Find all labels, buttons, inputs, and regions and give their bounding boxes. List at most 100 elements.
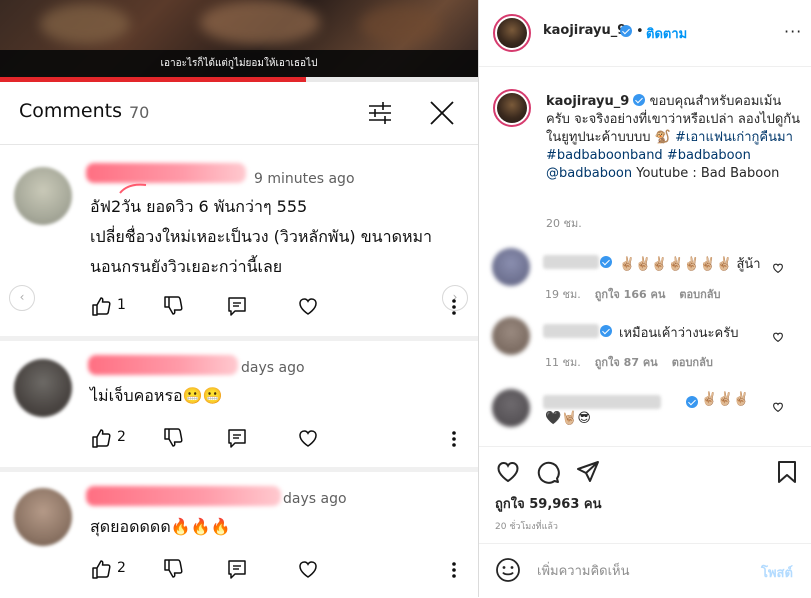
comment-text: ✌🏼✌🏼✌🏼✌🏼✌🏼✌🏼✌🏼 สู้น้า bbox=[619, 257, 761, 272]
commenter-avatar bbox=[14, 488, 72, 546]
emoji-icon[interactable] bbox=[495, 557, 521, 583]
like-count-total[interactable]: ถูกใจ 59,963 คน bbox=[495, 493, 602, 514]
bookmark-icon[interactable] bbox=[774, 459, 800, 485]
author-avatar[interactable] bbox=[497, 18, 527, 48]
commenter-name-redacted bbox=[86, 163, 246, 183]
verified-badge-icon bbox=[600, 256, 612, 268]
thumbs-up-icon[interactable] bbox=[90, 427, 112, 449]
hashtag-link[interactable]: #badbaboonband bbox=[546, 148, 663, 163]
thumbs-down-icon[interactable] bbox=[162, 427, 184, 449]
instagram-post-pane: kaojirayu_9 • ติดตาม ··· kaojirayu_9 ขอบ… bbox=[478, 0, 811, 597]
comment-time: days ago bbox=[241, 360, 305, 376]
post-actions: ถูกใจ 59,963 คน 20 ชั่วโมงที่แล้ว โพสต์ bbox=[479, 446, 811, 597]
comments-count: 70 bbox=[129, 103, 150, 122]
share-plane-icon[interactable] bbox=[575, 459, 601, 485]
comment-line: เปลี่ยชื่อวงใหม่เหอะเป็นวง (วิวหลักพัน) … bbox=[90, 227, 433, 246]
caption-suffix: Youtube : Bad Baboon bbox=[636, 166, 780, 181]
video-frame[interactable]: เอาอะไรก็ได้แต่กูไม่ยอมให้เอาเธอไป bbox=[0, 0, 478, 82]
caption-avatar[interactable] bbox=[497, 93, 527, 123]
reply-button[interactable]: ตอบกลับ bbox=[672, 356, 713, 369]
more-vertical-icon[interactable] bbox=[450, 560, 458, 580]
like-count: 2 bbox=[117, 429, 126, 445]
comment-time: days ago bbox=[283, 491, 347, 507]
comment-line: ไม่เจ็บคอหรอ😬😬 bbox=[90, 386, 223, 405]
heart-icon[interactable] bbox=[772, 401, 784, 413]
youtube-comments-pane: เอาอะไรก็ได้แต่กูไม่ยอมให้เอาเธอไป Comme… bbox=[0, 0, 478, 597]
comment-item: days ago ไม่เจ็บคอหรอ😬😬 2 bbox=[0, 341, 478, 469]
thumbs-down-icon[interactable] bbox=[162, 295, 184, 317]
post-caption: kaojirayu_9 ขอบคุณสำหรับคอมเม้นครับ จะจร… bbox=[546, 93, 804, 183]
close-icon[interactable] bbox=[428, 99, 456, 127]
commenter-avatar bbox=[14, 167, 72, 225]
commenter-name-redacted bbox=[88, 355, 238, 375]
video-blob bbox=[360, 6, 440, 44]
like-heart-icon[interactable] bbox=[495, 459, 521, 485]
comment-text: 🖤🤘🏼😎 bbox=[545, 411, 591, 426]
add-comment-bar: โพสต์ bbox=[479, 543, 811, 598]
comment-time: 19 ชม. bbox=[545, 288, 581, 301]
comment-likes[interactable]: ถูกใจ 166 คน bbox=[595, 288, 666, 301]
comment-bubble-icon[interactable] bbox=[535, 459, 561, 485]
comment-likes[interactable]: ถูกใจ 87 คน bbox=[595, 356, 658, 369]
commenter-name-redacted[interactable] bbox=[543, 255, 599, 269]
caption-time: 20 ชม. bbox=[546, 217, 582, 230]
more-vertical-icon[interactable] bbox=[450, 297, 458, 317]
thumbs-up-icon[interactable] bbox=[90, 295, 112, 317]
mention-link[interactable]: @badbaboon bbox=[546, 166, 632, 181]
commenter-avatar[interactable] bbox=[492, 389, 530, 427]
sliders-icon[interactable] bbox=[366, 99, 394, 127]
comment-item: 9 minutes ago อัฟ2วัน ยอดวิว 6 พันกว่าๆ … bbox=[0, 145, 478, 338]
ig-comment: ✌🏼✌🏼✌🏼✌🏼✌🏼✌🏼✌🏼 สู้น้า 19 ชม. ถูกใจ 166 ค… bbox=[479, 246, 811, 306]
heart-icon[interactable] bbox=[772, 331, 784, 343]
follow-button[interactable]: ติดตาม bbox=[646, 23, 687, 44]
post-timestamp[interactable]: 20 ชั่วโมงที่แล้ว bbox=[495, 519, 558, 533]
more-vertical-icon[interactable] bbox=[450, 429, 458, 449]
comments-header: Comments 70 bbox=[0, 82, 478, 145]
caption-username[interactable]: kaojirayu_9 bbox=[546, 94, 629, 109]
ig-comment: ✌🏼✌🏼✌🏼 🖤🤘🏼😎 bbox=[479, 387, 811, 442]
comment-text: เหมือนเค้าว่างนะครับ bbox=[619, 326, 739, 341]
post-comment-button[interactable]: โพสต์ bbox=[761, 562, 793, 583]
comment-meta: 19 ชม. ถูกใจ 166 คน ตอบกลับ bbox=[545, 285, 720, 303]
reply-icon[interactable] bbox=[226, 427, 248, 449]
more-options-icon[interactable]: ··· bbox=[784, 22, 802, 41]
verified-badge-icon bbox=[620, 25, 632, 37]
commenter-name-redacted bbox=[86, 486, 281, 506]
comment-item: days ago สุดยอดดดด🔥🔥🔥 2 bbox=[0, 472, 478, 597]
commenter-avatar[interactable] bbox=[492, 317, 530, 355]
prev-arrow-icon[interactable]: ‹ bbox=[9, 285, 35, 311]
verified-badge-icon bbox=[633, 94, 646, 106]
ig-comment: เหมือนเค้าว่างนะครับ 11 ชม. ถูกใจ 87 คน … bbox=[479, 315, 811, 375]
commenter-avatar[interactable] bbox=[492, 248, 530, 286]
video-blob bbox=[200, 0, 320, 45]
subtitle-bar: เอาอะไรก็ได้แต่กูไม่ยอมให้เอาเธอไป bbox=[0, 50, 478, 77]
heart-icon[interactable] bbox=[772, 262, 784, 274]
reply-button[interactable]: ตอบกลับ bbox=[679, 288, 720, 301]
like-count: 1 bbox=[117, 297, 126, 313]
reply-icon[interactable] bbox=[226, 558, 248, 580]
heart-icon[interactable] bbox=[297, 295, 319, 317]
add-comment-input[interactable] bbox=[535, 558, 749, 584]
commenter-name-redacted[interactable] bbox=[543, 395, 661, 409]
comment-text: ✌🏼✌🏼✌🏼 bbox=[701, 392, 750, 407]
reply-icon[interactable] bbox=[226, 295, 248, 317]
comment-meta: 11 ชม. ถูกใจ 87 คน ตอบกลับ bbox=[545, 353, 713, 371]
thumbs-up-icon[interactable] bbox=[90, 558, 112, 580]
comment-time: 11 ชม. bbox=[545, 356, 581, 369]
commenter-name-redacted[interactable] bbox=[543, 324, 599, 338]
comments-title: Comments bbox=[19, 100, 122, 122]
comment-line: อัฟ2วัน ยอดวิว 6 พันกว่าๆ 555 bbox=[90, 197, 308, 216]
thumbs-down-icon[interactable] bbox=[162, 558, 184, 580]
comment-line: สุดยอดดดด🔥🔥🔥 bbox=[90, 517, 231, 536]
comment-time: 9 minutes ago bbox=[254, 171, 355, 187]
heart-icon[interactable] bbox=[297, 427, 319, 449]
comment-line: นอนกรนยังวิวเยอะกว่านี้เลย bbox=[90, 257, 283, 276]
video-subtitle: เอาอะไรก็ได้แต่กูไม่ยอมให้เอาเธอไป bbox=[160, 58, 318, 69]
author-username[interactable]: kaojirayu_9 bbox=[543, 23, 626, 38]
hashtag-link[interactable]: #badbaboon bbox=[667, 148, 751, 163]
verified-badge-icon bbox=[600, 325, 612, 337]
hashtag-link[interactable]: #เอาแฟนเก่ากูคืนมา bbox=[675, 130, 793, 145]
heart-icon[interactable] bbox=[297, 558, 319, 580]
separator-dot: • bbox=[636, 24, 644, 39]
like-count: 2 bbox=[117, 560, 126, 576]
